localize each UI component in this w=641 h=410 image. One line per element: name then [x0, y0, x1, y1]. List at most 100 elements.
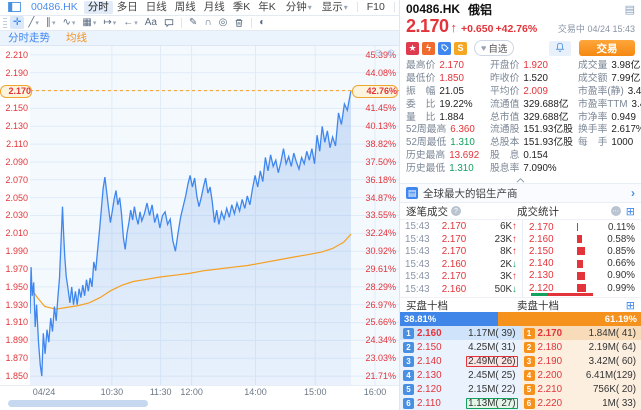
- price-axis-label: 2.050: [5, 192, 28, 203]
- depth-grid-icon[interactable]: ⊞: [626, 299, 635, 312]
- bell-icon: [555, 39, 565, 57]
- tab-daily[interactable]: 日线: [142, 1, 171, 14]
- percent-axis-label: 30.92%: [365, 246, 396, 257]
- zoom-in-icon[interactable]: ⊕: [387, 48, 395, 59]
- trash-tool-icon[interactable]: [231, 16, 247, 29]
- panes-icon[interactable]: [4, 1, 25, 14]
- stat-label: 市盈率(静): [578, 85, 624, 97]
- tab-timeshare-trend[interactable]: 分时走势: [8, 30, 50, 45]
- tab-yearly[interactable]: 年K: [254, 1, 280, 14]
- order-price: 2.110: [417, 397, 441, 409]
- price-change: +0.650: [461, 23, 494, 35]
- drag-handle-icon[interactable]: [3, 17, 7, 28]
- buy-order-row[interactable]: 2 2.150 4.25M( 31): [400, 340, 521, 354]
- pencil-tool-icon[interactable]: ✎: [186, 16, 200, 29]
- stat-label: 换手率: [578, 124, 608, 136]
- dist-pct: 0.11%: [607, 221, 635, 233]
- sell-order-row[interactable]: 5 2.210 756K( 20): [520, 382, 641, 396]
- dist-price: 2.170: [529, 221, 554, 233]
- grid-view-icon[interactable]: ⊞: [626, 205, 635, 218]
- tab-trade-stats[interactable]: 成交统计: [517, 204, 559, 219]
- buy-order-row[interactable]: 6 2.110 1.13M( 27): [400, 396, 521, 410]
- magnet-tool-icon[interactable]: ∩: [201, 16, 214, 29]
- f10-button[interactable]: F10: [363, 1, 389, 14]
- target-tool-icon[interactable]: ◎: [216, 16, 231, 29]
- scrollbar-thumb[interactable]: [8, 400, 148, 408]
- buy-order-row[interactable]: 4 2.130 2.45M( 25): [400, 368, 521, 382]
- quote-stats-grid: 最高价 2.170 最低价 1.850 振 幅 21.05 委 比 19.22% 量 比 1.88…: [400, 58, 641, 175]
- info-book-icon: ▤: [406, 187, 418, 199]
- tick-time: 15:43: [405, 233, 430, 245]
- symbol-label: 00486.HK: [31, 1, 78, 14]
- order-price: 2.150: [417, 341, 442, 353]
- stat-value: 3.472: [631, 98, 641, 110]
- tick-trade-list: 15:43 2.170 6K↑ 15:43 2.170 23K↑ 15:43 2.170 8K↑…: [400, 220, 522, 297]
- dist-pct: 0.99%: [607, 282, 635, 294]
- level-badge: 5: [523, 383, 535, 395]
- buy-order-row[interactable]: 3 2.140 2.49M( 26): [400, 354, 521, 368]
- percent-axis-label: 28.29%: [365, 281, 396, 292]
- stat-row: 委 比 19.22%: [406, 99, 490, 112]
- sell-order-row[interactable]: 3 2.190 3.42M( 60): [520, 354, 641, 368]
- detail-icon[interactable]: ▤: [625, 3, 635, 16]
- comment-tool-icon[interactable]: [161, 16, 177, 29]
- parallel-channel-tool-icon[interactable]: ∥ ▾: [43, 16, 59, 29]
- company-banner[interactable]: ▤ 全球最大的铝生产商 ›: [400, 183, 641, 203]
- display-dropdown[interactable]: 显示 ▾: [318, 1, 352, 14]
- tick-time: 15:43: [405, 258, 430, 270]
- timeshare-plot[interactable]: [30, 45, 399, 385]
- collapse-stats-button[interactable]: [400, 175, 641, 183]
- pattern-tool-icon[interactable]: ▦ ▾: [79, 16, 99, 29]
- alert-bell-button[interactable]: [549, 39, 571, 57]
- line-tool-icon[interactable]: ╱ ▾: [25, 16, 42, 29]
- tab-timeshare[interactable]: 分时: [83, 0, 113, 14]
- percent-axis-label: 38.82%: [365, 139, 396, 150]
- text-tool-icon[interactable]: Aa: [142, 16, 160, 29]
- sell-order-row[interactable]: 2 2.180 2.19M( 64): [520, 340, 641, 354]
- stat-row: 量 比 1.884: [406, 112, 490, 125]
- order-price: 2.120: [417, 383, 442, 395]
- sell-order-row[interactable]: 6 2.220 1M( 33): [520, 396, 641, 410]
- dist-bar: [577, 259, 583, 268]
- buy-order-row[interactable]: 5 2.120 2.15M( 22): [400, 382, 521, 396]
- tick-price: 2.160: [441, 258, 467, 270]
- timeshare-chart[interactable]: ⊖ ⊕ 2.210 2.190 2.150 2.130 2.110 2.090 2.070 2…: [0, 45, 399, 386]
- tab-multiday[interactable]: 多日: [113, 1, 142, 14]
- stat-value: 1.920: [523, 60, 548, 71]
- stat-label: 成交量: [578, 60, 608, 71]
- help-icon[interactable]: ?: [451, 206, 461, 216]
- minute-dropdown[interactable]: 分钟 ▾: [282, 1, 316, 14]
- price-axis-label: 2.210: [5, 49, 28, 60]
- dist-row: 2.160 0.58%: [523, 233, 641, 245]
- wave-tool-icon[interactable]: ∿ ▾: [59, 16, 78, 29]
- buy-order-row[interactable]: 1 2.160 1.17M( 39): [400, 326, 521, 340]
- horizontal-line-tool-icon[interactable]: ↦ ▾: [100, 16, 119, 29]
- zoom-out-icon[interactable]: ⊖: [374, 48, 382, 59]
- dist-price: 2.120: [529, 282, 554, 294]
- move-tool-icon[interactable]: ✛: [10, 16, 25, 30]
- tab-tick-trades[interactable]: 逐笔成交: [406, 204, 448, 219]
- visibility-toggle-icon[interactable]: ◐: [256, 16, 268, 29]
- time-axis-label: 15:00: [303, 387, 327, 398]
- price-axis-label: 1.870: [5, 353, 28, 364]
- tab-moving-average[interactable]: 均线: [66, 30, 87, 45]
- tab-monthly[interactable]: 月线: [200, 1, 229, 14]
- stat-value: 2.170: [439, 60, 464, 71]
- chart-mode-tabs: 分时走势 均线: [0, 30, 399, 46]
- more-icon[interactable]: ⋯: [610, 206, 621, 216]
- chart-scrollbar[interactable]: [0, 398, 399, 410]
- tab-weekly[interactable]: 周线: [171, 1, 200, 14]
- order-price: 2.130: [417, 369, 442, 381]
- stat-row: 流通股 151.93亿股: [490, 124, 578, 137]
- stat-row: 最高价 2.170: [406, 60, 490, 73]
- arrow-tool-icon[interactable]: ← ▾: [120, 16, 141, 29]
- dist-bar: [577, 223, 578, 232]
- trade-button[interactable]: 交易: [579, 40, 635, 56]
- tab-quarterly[interactable]: 季K: [229, 1, 255, 14]
- order-price: 2.210: [537, 383, 563, 395]
- sell-order-row[interactable]: 1 2.170 1.84M( 41): [520, 326, 641, 340]
- tick-volume: 6K↑: [500, 221, 517, 232]
- stat-value: 19.22%: [439, 98, 473, 110]
- sell-order-row[interactable]: 4 2.200 6.41M(129): [520, 368, 641, 382]
- add-watchlist-button[interactable]: ♥ 自选: [474, 40, 515, 56]
